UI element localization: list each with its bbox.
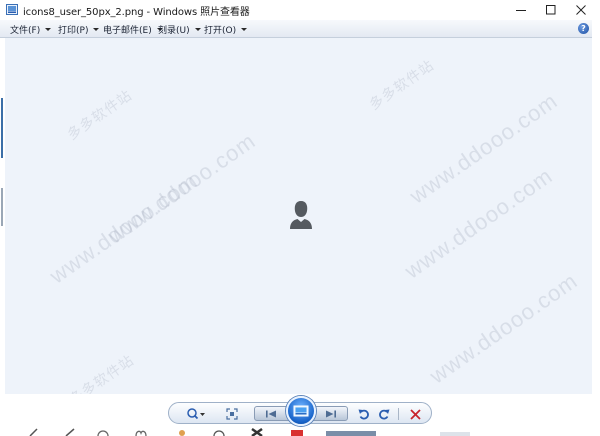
background-circle-icon [97,430,109,436]
chevron-down-icon [194,28,201,31]
background-heart-icon [135,430,147,436]
maximize-icon [546,5,556,15]
menu-burn-label: 刻录(U) [158,26,190,36]
previous-icon [266,410,276,417]
background-person-icon [179,430,185,436]
slideshow-icon [293,405,309,417]
background-ring-icon [213,430,225,436]
watermark-text: www.ddooo.com [103,127,261,249]
rotate-counterclockwise-button[interactable] [355,403,373,425]
menu-print[interactable]: 打印(P) [58,23,100,36]
right-window-edge [592,20,600,436]
menu-bar: 文件(F) 打印(P) 电子邮件(E) 刻录(U) 打开(O) ? [0,20,592,38]
control-separator [398,408,399,420]
user-icon [290,201,312,229]
menu-file[interactable]: 文件(F) [10,23,52,36]
menu-burn[interactable]: 刻录(U) [158,23,201,36]
close-icon [576,5,586,15]
help-icon: ? [581,24,586,33]
watermark-text: www.ddooo.com [425,267,583,389]
photo-viewer-app-icon [6,4,18,15]
background-taskbar-strip [440,432,470,436]
menu-file-label: 文件(F) [10,26,41,36]
menu-open-label: 打开(O) [204,26,237,36]
chevron-down-icon [241,28,248,31]
minimize-button[interactable] [506,0,536,20]
delete-button[interactable] [405,403,425,425]
rotate-clockwise-icon [379,409,390,420]
background-taskbar-strip [326,431,376,436]
next-icon [326,410,336,417]
previous-button[interactable] [259,407,283,420]
menu-print-label: 打印(P) [58,26,89,36]
delete-icon [409,408,421,420]
slideshow-button[interactable] [286,396,316,426]
left-edge-scroll [1,188,3,226]
next-button[interactable] [319,407,343,420]
watermark-brand: 多多软件站 [366,56,437,113]
maximize-button[interactable] [536,0,566,20]
rotate-clockwise-button[interactable] [375,403,393,425]
close-button[interactable] [566,0,596,20]
background-calendar-icon [291,430,303,436]
watermark-brand: 多多软件站 [64,86,135,143]
background-pencil-icon [29,428,38,436]
left-edge-accent [1,98,3,158]
help-button[interactable]: ? [578,23,589,34]
menu-open[interactable]: 打开(O) [204,23,248,36]
photo-viewer-window: icons8_user_50px_2.png - Windows 照片查看器 文… [0,0,600,436]
chevron-down-icon [93,28,100,31]
rotate-counterclockwise-icon [358,409,369,420]
background-check-icon [65,428,75,436]
menu-email[interactable]: 电子邮件(E) [103,23,163,36]
actual-size-button[interactable] [221,403,243,425]
zoom-button[interactable] [183,403,209,425]
background-x-icon [251,428,263,436]
title-bar[interactable]: icons8_user_50px_2.png - Windows 照片查看器 [0,0,600,20]
window-title: icons8_user_50px_2.png - Windows 照片查看器 [23,7,250,18]
chevron-down-icon [45,28,52,31]
menu-email-label: 电子邮件(E) [103,26,152,36]
zoom-icon [187,408,205,420]
minimize-icon [516,10,526,11]
actual-size-icon [226,408,238,420]
